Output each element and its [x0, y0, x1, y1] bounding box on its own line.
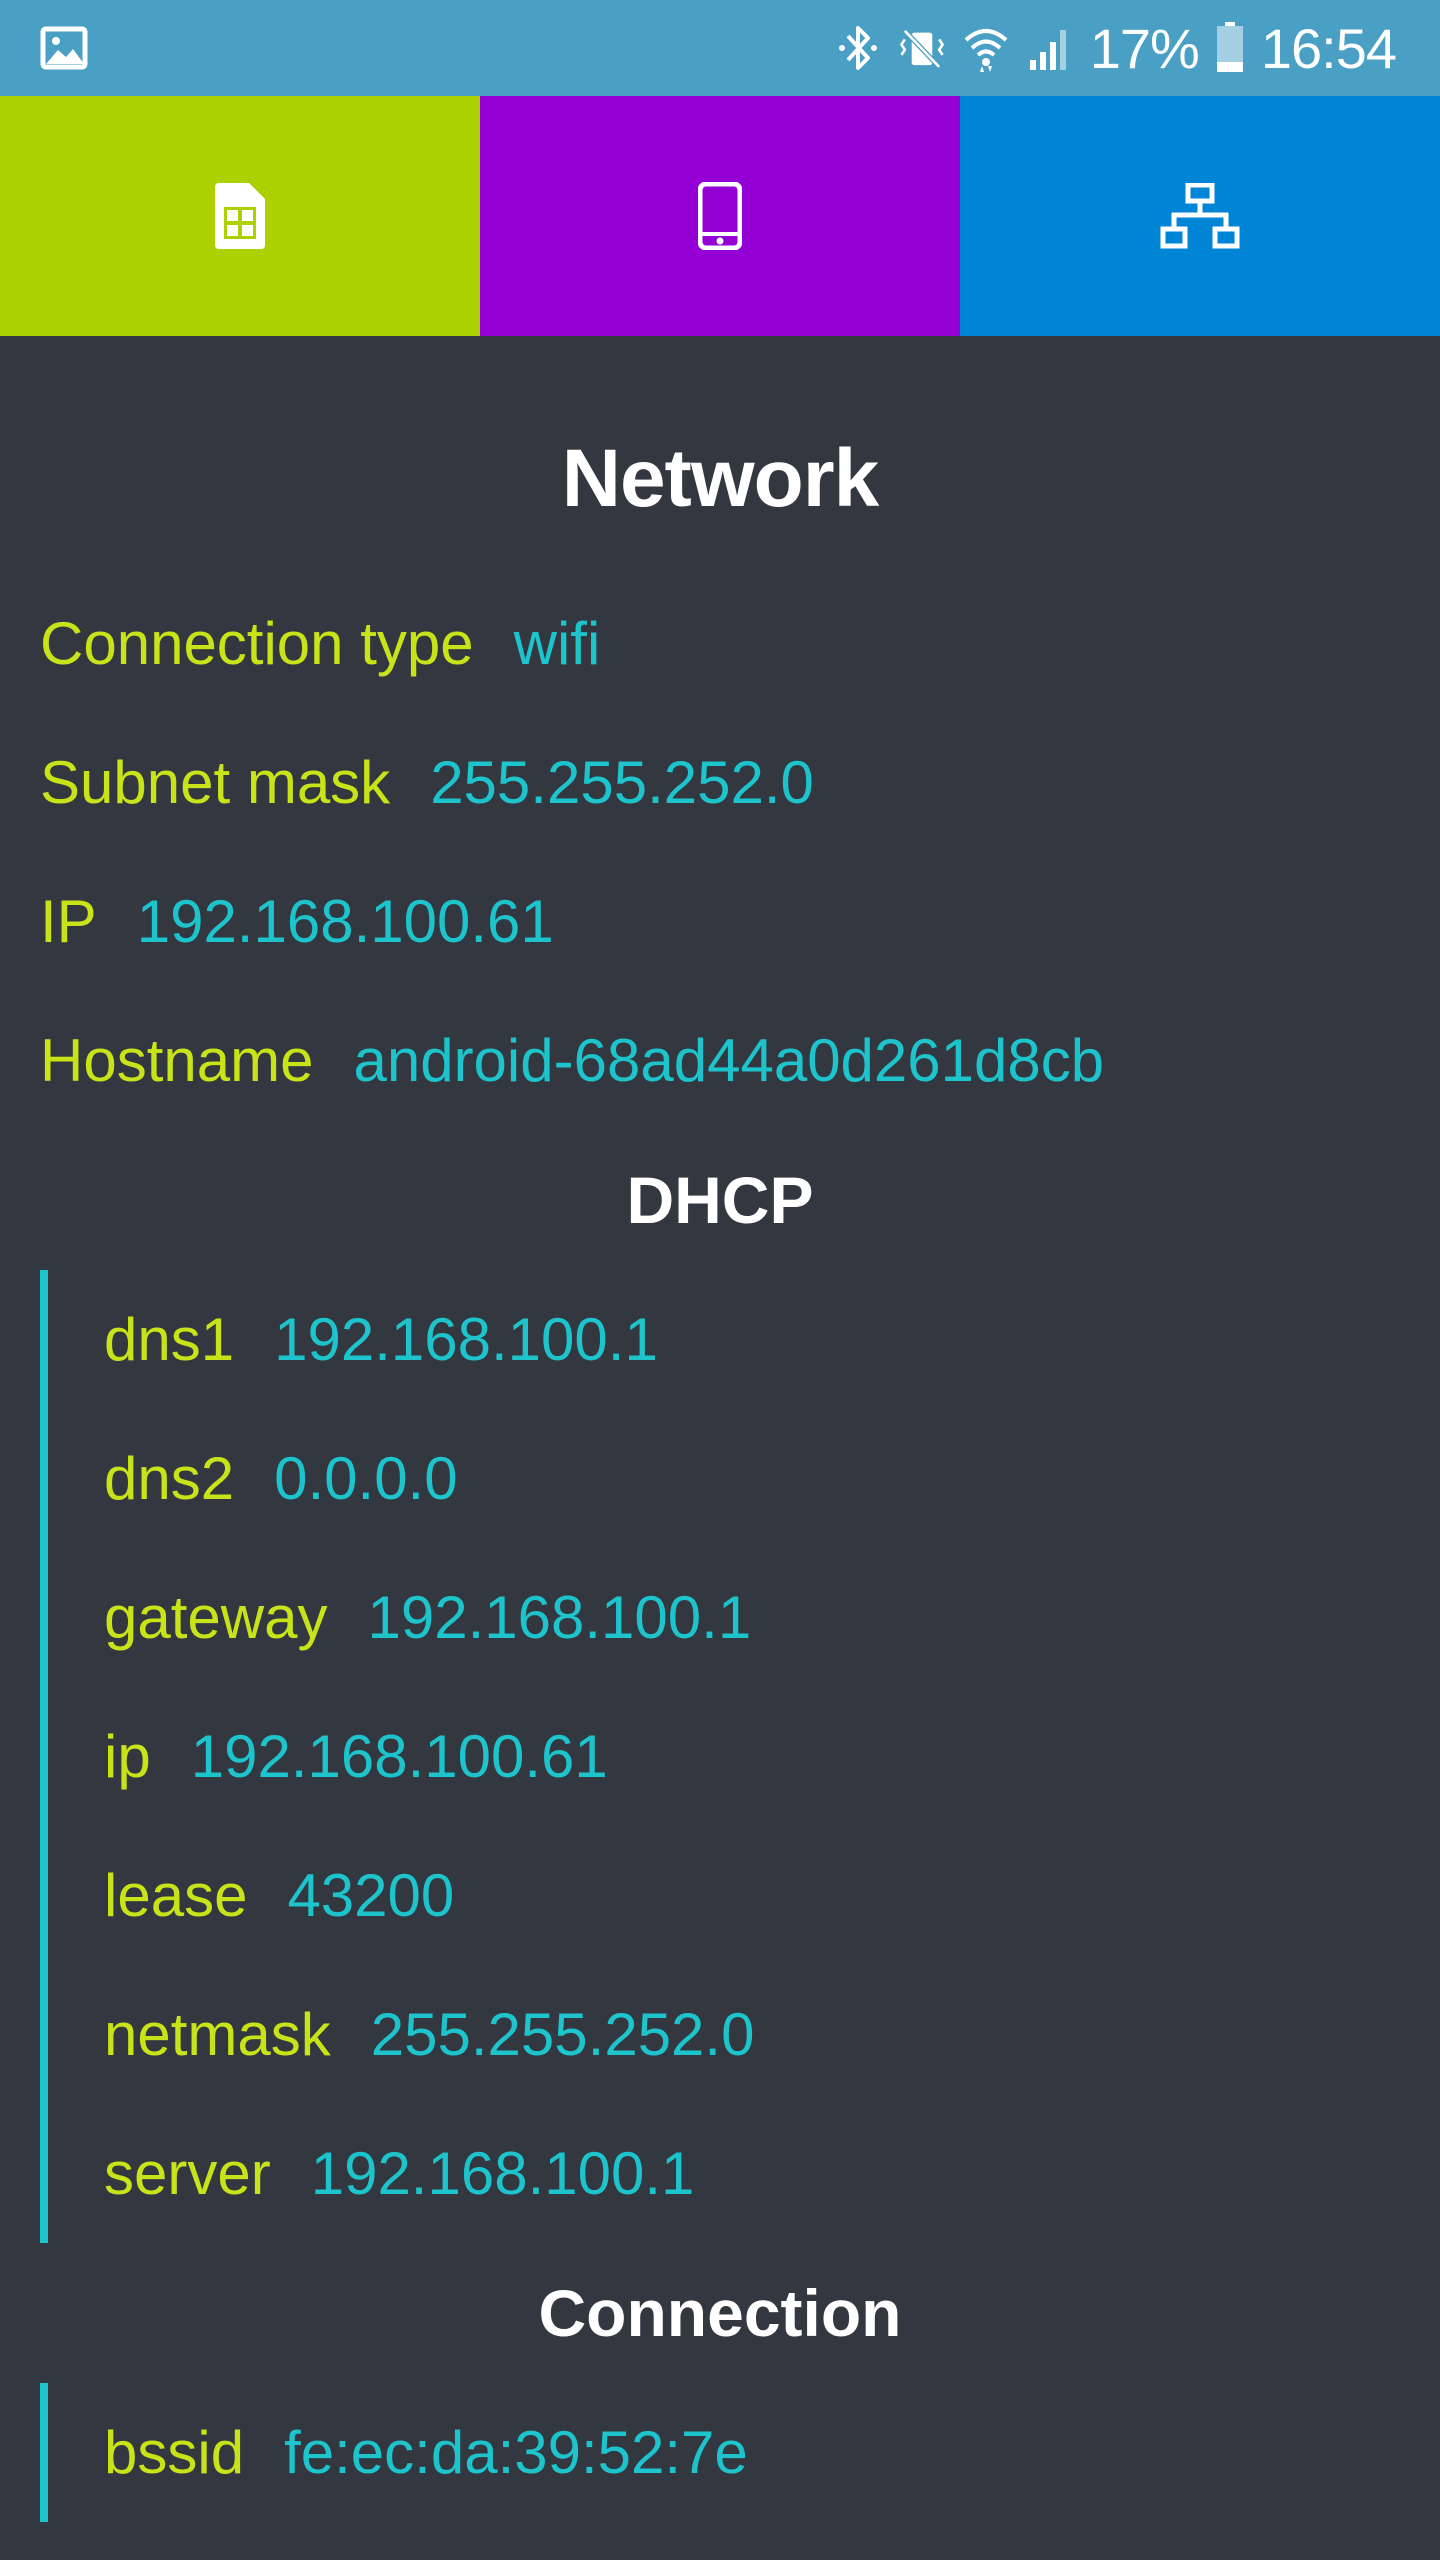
info-key: bssid	[104, 2419, 245, 2486]
info-value: 192.168.100.1	[367, 1584, 752, 1651]
info-key: ip	[104, 1723, 151, 1790]
info-row-ip: IP 192.168.100.61	[0, 852, 1440, 991]
dhcp-row-dns1: dns1 192.168.100.1	[104, 1270, 1440, 1409]
dhcp-row-server: server 192.168.100.1	[104, 2104, 1440, 2243]
status-bar: 17% 16:54	[0, 0, 1440, 96]
clock: 16:54	[1260, 16, 1397, 80]
dhcp-row-netmask: netmask 255.255.252.0	[104, 1965, 1440, 2104]
dhcp-row-ip: ip 192.168.100.61	[104, 1687, 1440, 1826]
info-key: Subnet mask	[40, 749, 391, 816]
wifi-icon	[964, 29, 1008, 72]
info-key: Hostname	[40, 1027, 314, 1094]
dhcp-row-dns2: dns2 0.0.0.0	[104, 1409, 1440, 1548]
info-key: IP	[40, 888, 97, 955]
connection-section-title: Connection	[538, 2276, 902, 2350]
info-value: 255.255.252.0	[370, 2001, 755, 2068]
info-key: Connection type	[40, 610, 474, 677]
tab-device[interactable]	[480, 96, 960, 336]
info-value: 192.168.100.61	[190, 1723, 608, 1790]
info-value: 192.168.100.61	[136, 888, 554, 955]
gallery-icon	[40, 26, 88, 70]
dhcp-row-lease: lease 43200	[104, 1826, 1440, 1965]
connection-group: bssid fe:ec:da:39:52:7e	[40, 2383, 1440, 2522]
info-value: 43200	[287, 1862, 455, 1929]
smartphone-icon	[698, 182, 742, 250]
sim-card-icon	[215, 183, 265, 249]
dhcp-group: dns1 192.168.100.1 dns2 0.0.0.0 gateway 192…	[40, 1270, 1440, 2243]
dhcp-row-gateway: gateway 192.168.100.1	[104, 1548, 1440, 1687]
info-key: gateway	[104, 1584, 328, 1651]
info-value: 0.0.0.0	[274, 1445, 458, 1512]
network-info-list: Connection type wifi Subnet mask 255.255.2…	[0, 574, 1440, 1130]
tab-bar	[0, 96, 1440, 336]
info-value: android-68ad44a0d261d8cb	[353, 1027, 1105, 1094]
vibrate-icon	[899, 29, 944, 69]
network-icon	[1160, 183, 1240, 249]
info-row-subnet-mask: Subnet mask 255.255.252.0	[0, 713, 1440, 852]
bluetooth-icon	[838, 26, 877, 70]
content: Network Connection type wifi Subnet mask 2…	[0, 336, 1440, 2522]
info-value: 192.168.100.1	[274, 1306, 658, 1373]
page-title: Network	[561, 433, 880, 524]
info-row-hostname: Hostname android-68ad44a0d261d8cb	[0, 991, 1440, 1130]
info-value: fe:ec:da:39:52:7e	[284, 2419, 748, 2486]
connection-row-bssid: bssid fe:ec:da:39:52:7e	[104, 2383, 1440, 2522]
tab-sim[interactable]	[0, 96, 480, 336]
cell-signal-icon	[1029, 30, 1066, 70]
battery-icon	[1216, 22, 1243, 72]
info-key: netmask	[104, 2001, 331, 2068]
info-value: 255.255.252.0	[430, 749, 814, 816]
dhcp-section-title: DHCP	[626, 1163, 814, 1237]
info-key: dns1	[104, 1306, 235, 1373]
info-key: dns2	[104, 1445, 235, 1512]
info-row-connection-type: Connection type wifi	[0, 574, 1440, 713]
info-value: 192.168.100.1	[310, 2140, 695, 2207]
battery-percent: 17%	[1089, 16, 1200, 80]
info-value: wifi	[513, 610, 601, 677]
info-key: server	[104, 2140, 271, 2207]
tab-network[interactable]	[960, 96, 1440, 336]
info-key: lease	[104, 1862, 248, 1929]
